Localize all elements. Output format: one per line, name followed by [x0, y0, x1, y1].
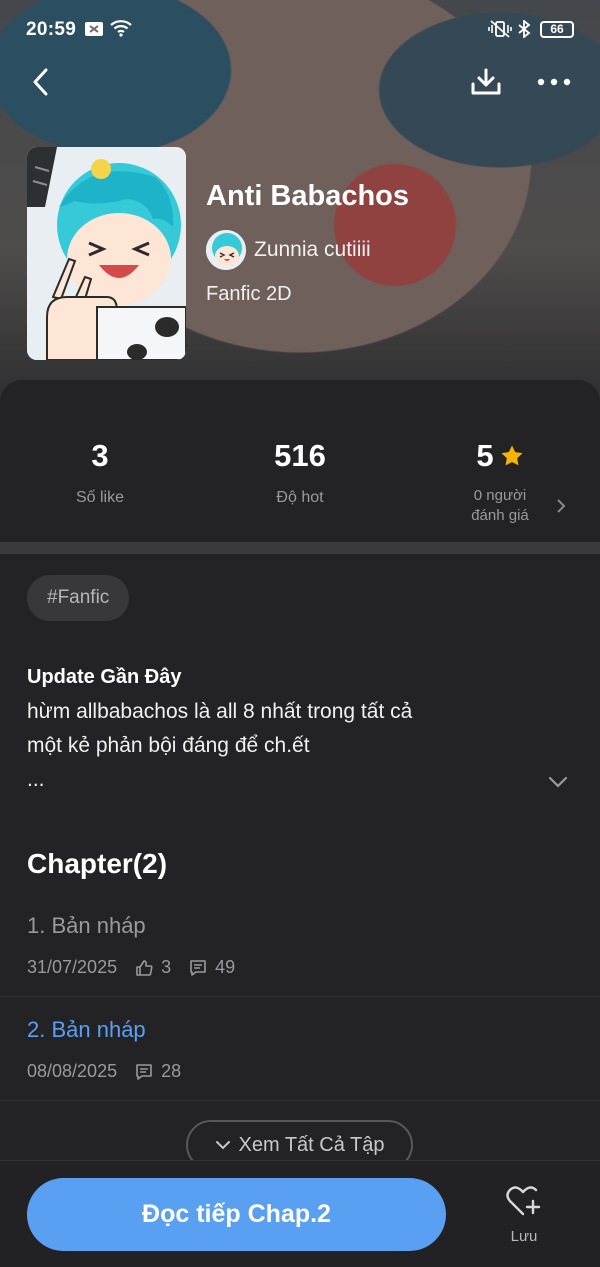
story-cover-image[interactable] [27, 147, 186, 360]
chapter-separator [0, 1100, 600, 1101]
view-all-label: Xem Tất Cả Tập [238, 1133, 385, 1156]
story-title: Anti Babachos [206, 180, 410, 212]
bottom-action-bar: Đọc tiếp Chap.2 Lưu [0, 1160, 600, 1267]
author-link[interactable]: Zunnia cutiiii [206, 230, 371, 270]
back-button[interactable] [22, 62, 58, 102]
chapter-name: 2. Bản nháp [27, 1017, 146, 1042]
update-text-line-1: hừm allbabachos là all 8 nhất trong tất … [27, 700, 413, 723]
stat-hot: 516 Độ hot [200, 438, 400, 508]
story-details-card: 3 Số like 516 Độ hot 5 0 người đánh giá … [0, 380, 600, 1267]
save-label: Lưu [510, 1228, 538, 1245]
thumbs-up-icon [135, 959, 153, 977]
download-button[interactable] [466, 62, 506, 102]
save-button[interactable]: Lưu [488, 1185, 560, 1251]
stat-rating[interactable]: 5 0 người đánh giá [400, 438, 600, 526]
rating-value: 5 [476, 438, 494, 473]
back-arrow-icon [33, 68, 48, 96]
update-text-ellipsis: ... [27, 768, 45, 791]
status-time: 20:59 [26, 19, 77, 40]
likes-count: 3 [91, 438, 109, 473]
section-divider [0, 542, 600, 554]
chapter-name: 1. Bản nháp [27, 913, 146, 938]
comment-icon [189, 959, 207, 977]
chapter-date: 31/07/2025 [27, 957, 118, 977]
chapter-comments: 49 [215, 957, 236, 977]
stats-row: 3 Số like 516 Độ hot 5 0 người đánh giá [0, 380, 600, 542]
rating-value-row: 5 [476, 438, 523, 474]
stat-likes: 3 Số like [0, 438, 200, 508]
more-dots-icon [537, 78, 571, 86]
tag-chip[interactable]: #Fanfic [27, 575, 130, 621]
hot-label: Độ hot [276, 489, 324, 506]
expand-description-button[interactable] [544, 770, 572, 794]
chapter-meta: 08/08/2025 28 [27, 1061, 181, 1082]
rating-count-label: 0 người đánh giá [471, 487, 529, 524]
update-text-line-2: một kẻ phản bội đáng để ch.ết [27, 734, 310, 757]
more-options-button[interactable] [534, 62, 574, 102]
comment-icon [135, 1063, 153, 1081]
star-icon [501, 445, 523, 466]
story-genre: Fanfic 2D [206, 283, 292, 305]
chapter-likes: 3 [161, 957, 172, 977]
heart-add-icon [506, 1186, 541, 1216]
chapter-item-2[interactable]: 2. Bản nháp 08/08/2025 28 [0, 1017, 600, 1121]
battery-indicator: 66 [540, 21, 574, 38]
update-section-title: Update Gần Đây [27, 666, 182, 688]
chapter-comments: 28 [161, 1061, 182, 1081]
chapter-separator [0, 996, 600, 997]
chevron-down-icon [548, 776, 568, 788]
notification-icon [84, 20, 104, 43]
wifi-icon [110, 19, 132, 42]
author-name: Zunnia cutiiii [254, 238, 371, 261]
chevron-down-icon [215, 1141, 230, 1150]
top-navigation [0, 60, 600, 104]
chapter-item-1[interactable]: 1. Bản nháp 31/07/2025 3 49 [0, 913, 600, 1017]
likes-label: Số like [75, 489, 125, 506]
hot-count: 516 [274, 438, 326, 473]
author-avatar [206, 230, 246, 270]
chapter-date: 08/08/2025 [27, 1061, 118, 1081]
continue-reading-button[interactable]: Đọc tiếp Chap.2 [27, 1178, 446, 1251]
rating-chevron-icon[interactable] [556, 498, 566, 519]
download-icon [471, 68, 501, 95]
status-bar: 20:59 66 [0, 0, 600, 60]
chapter-meta: 31/07/2025 3 49 [27, 957, 235, 978]
vibrate-icon [488, 20, 512, 43]
bluetooth-icon [517, 19, 531, 43]
chapters-title: Chapter(2) [27, 848, 168, 879]
